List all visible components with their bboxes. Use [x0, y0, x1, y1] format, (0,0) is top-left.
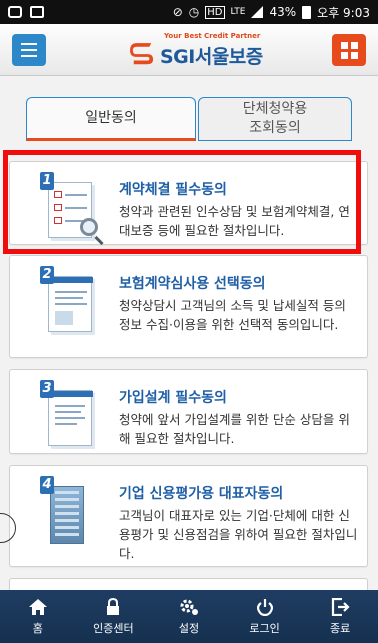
bottom-navigation: 홈 인증센터 설정 로그인 종료 [0, 590, 378, 643]
document-header-bar [49, 391, 93, 397]
document-line [55, 291, 87, 293]
app-header: Your Best Credit Partner SGI서울보증 [0, 24, 378, 76]
notification-g-icon [8, 6, 22, 18]
consent-card-3[interactable]: 3 가입설계 필수동의 청약에 앞서 가입설계를 위한 단순 상담을 위해 필요… [9, 369, 368, 454]
checkbox-mark [54, 217, 62, 224]
card-number: 3 [40, 380, 54, 398]
gear-icon [180, 599, 198, 615]
grid-icon-cell [350, 51, 358, 59]
card-title: 가입설계 필수동의 [119, 390, 227, 406]
menu-icon-bar [21, 49, 37, 51]
exit-icon [332, 597, 350, 616]
card-number: 1 [40, 172, 54, 190]
card-title: 계약체결 필수동의 [119, 182, 227, 198]
tab-group-consent[interactable]: 단체청약용 조회동의 [198, 97, 352, 141]
nav-label: 홈 [32, 621, 43, 635]
nav-settings[interactable]: 설정 [151, 590, 227, 643]
document-line [55, 417, 85, 419]
card-description: 청약에 앞서 가입설계를 위한 단순 상담을 위해 필요한 절차입니다. [119, 412, 350, 446]
menu-icon-bar [21, 55, 37, 57]
document-line [55, 303, 87, 305]
tab-label: 단체청약용 조회동의 [242, 101, 308, 136]
alarm-icon: ◷ [188, 5, 200, 19]
hd-icon: HD [205, 5, 225, 19]
battery-percent: 43% [269, 5, 297, 19]
document-line [55, 405, 85, 407]
card-title: 기업 신용평가용 대표자동의 [119, 486, 284, 502]
menu-button[interactable] [12, 34, 46, 66]
card-description: 청약상담시 고객님의 소득 및 납세실적 등의 정보 수집·이용을 위한 선택적… [119, 298, 346, 332]
grid-menu-button[interactable] [332, 34, 366, 66]
nav-home[interactable]: 홈 [0, 590, 76, 643]
nav-label: 인증센터 [93, 621, 134, 635]
card-number: 4 [40, 476, 54, 494]
nav-label: 로그인 [249, 621, 280, 635]
logo-tagline: Your Best Credit Partner [164, 32, 261, 40]
nav-login[interactable]: 로그인 [227, 590, 303, 643]
lock-icon [107, 597, 120, 615]
grid-icon-cell [340, 41, 348, 49]
document-line [55, 297, 83, 299]
silent-icon: ⊘ [172, 5, 183, 19]
card-description: 청약과 관련된 인수상담 및 보험계약체결, 연대보증 등에 필요한 절차입니다… [119, 204, 350, 238]
tab-label: 일반동의 [85, 109, 137, 126]
document-line [55, 423, 77, 425]
gallery-icon [30, 6, 44, 18]
tab-general-consent[interactable]: 일반동의 [26, 97, 196, 141]
menu-icon-bar [21, 43, 37, 45]
home-icon [28, 598, 47, 615]
battery-icon [302, 5, 312, 19]
consent-tabs: 일반동의 단체청약용 조회동의 [26, 97, 352, 141]
logo-name: SGI서울보증 [160, 46, 263, 68]
card-title: 보험계약심사용 선택동의 [119, 276, 266, 292]
consent-card-2[interactable]: 2 보험계약심사용 선택동의 청약상담시 고객님의 소득 및 납세실적 등의 정… [9, 255, 368, 358]
consent-card-1[interactable]: 1 계약체결 필수동의 청약과 관련된 인수상담 및 보험계약체결, 연대보증 … [9, 161, 368, 245]
document-header-bar [49, 277, 93, 283]
grid-icon-cell [350, 41, 358, 49]
nav-label: 종료 [330, 621, 351, 635]
nav-exit[interactable]: 종료 [302, 590, 378, 643]
signal-icon [251, 6, 264, 18]
document-illustration [48, 276, 93, 332]
document-illustration [48, 390, 93, 446]
building-illustration [50, 486, 84, 544]
document-line [55, 411, 81, 413]
lte-icon: LTE [230, 7, 246, 17]
sgi-logo: Your Best Credit Partner SGI서울보증 [130, 30, 270, 70]
magnifier-icon [80, 218, 98, 236]
nav-label: 설정 [178, 621, 200, 635]
grid-icon-cell [340, 51, 348, 59]
power-icon [256, 598, 273, 616]
document-line [65, 207, 87, 209]
logo-mark-icon [130, 43, 154, 65]
consent-card-4[interactable]: 4 기업 신용평가용 대표자동의 고객님이 대표자로 있는 기업·단체에 대한 … [9, 465, 368, 567]
document-line [65, 194, 87, 196]
card-number: 2 [40, 266, 54, 284]
nav-certificate-center[interactable]: 인증센터 [76, 590, 152, 643]
card-description: 고객님이 대표자로 있는 기업·단체에 대한 신용평가 및 신용점검을 위하여 … [119, 508, 358, 561]
checkbox-mark [54, 204, 62, 211]
clock: 오후 9:03 [317, 5, 370, 20]
id-photo-icon [55, 311, 73, 325]
status-bar: ⊘ ◷ HD LTE 43% 오후 9:03 [0, 0, 378, 24]
checkbox-mark [54, 191, 62, 198]
